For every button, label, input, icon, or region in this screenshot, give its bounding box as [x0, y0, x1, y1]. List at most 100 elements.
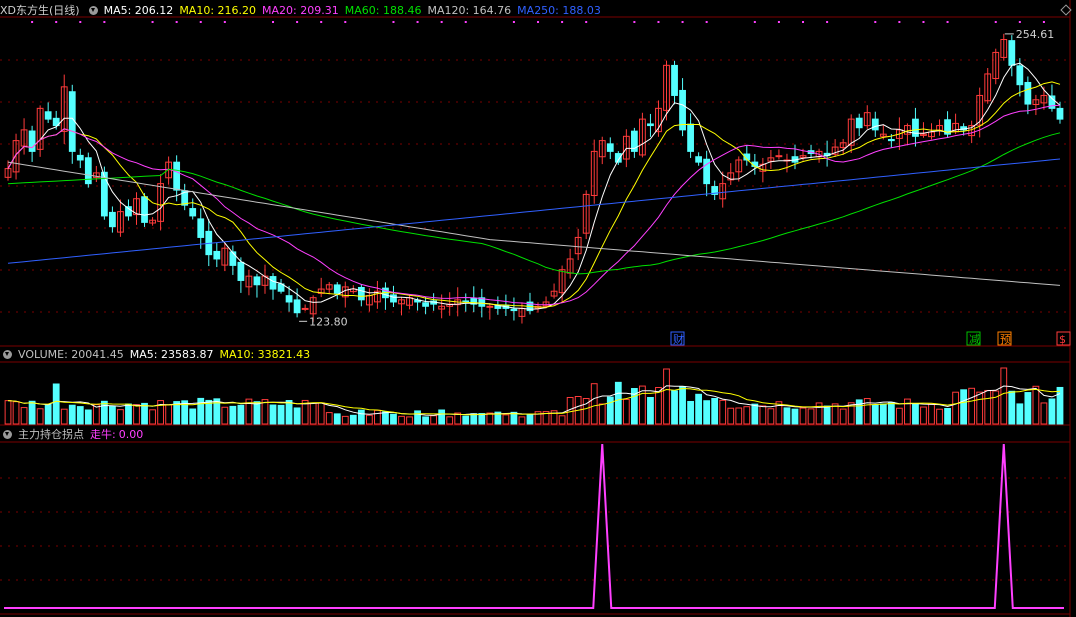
volume-bar — [767, 408, 775, 425]
volume-bar — [20, 407, 28, 425]
volume-bar — [703, 400, 711, 425]
high-label: 254.61 — [1016, 28, 1055, 41]
volume-bar — [895, 407, 903, 425]
volume-bar — [277, 404, 285, 425]
candle-body — [871, 118, 879, 131]
volume-bar — [952, 391, 959, 425]
volume-bar — [229, 405, 237, 425]
signal-dot — [103, 21, 106, 23]
volume-bar — [52, 383, 60, 425]
candle-body — [606, 143, 614, 152]
signal-dot — [175, 21, 178, 23]
signal-dot — [79, 21, 82, 23]
volume-bar — [390, 413, 397, 425]
volume-bar — [598, 403, 606, 425]
dropdown-icon[interactable] — [3, 430, 12, 439]
signal-dot — [344, 21, 347, 23]
volume-bar — [960, 389, 968, 425]
dropdown-icon[interactable] — [3, 350, 12, 359]
candle-body — [687, 123, 694, 152]
volume-bar — [671, 390, 678, 425]
volume-bar — [1032, 385, 1040, 425]
volume-bar — [12, 401, 20, 425]
volume-bar — [1008, 390, 1016, 425]
volume-bar — [823, 405, 831, 425]
candle-body — [486, 305, 494, 308]
volume-bar — [807, 408, 815, 425]
candle-body — [1056, 107, 1064, 120]
volume-bar — [309, 402, 317, 425]
candle-body — [1024, 81, 1032, 105]
candle-body — [189, 208, 197, 217]
volume-bar — [968, 387, 976, 425]
volume-bar — [141, 402, 148, 425]
ma120-line — [7, 161, 1061, 286]
volume-bar — [976, 391, 984, 425]
volume-bar — [285, 400, 293, 425]
candle-body — [293, 299, 301, 314]
volume-bar — [944, 408, 951, 425]
volume-bar — [446, 416, 454, 425]
signal-dot — [223, 21, 226, 23]
volume-bar — [687, 400, 694, 425]
volume-bar — [68, 404, 76, 425]
candle-body — [1008, 40, 1016, 66]
dropdown-icon[interactable] — [88, 6, 98, 15]
volume-bar — [349, 414, 357, 425]
signal-dot — [440, 21, 443, 23]
signal-dot — [464, 21, 467, 23]
signal-dot — [753, 21, 756, 23]
signal-dot — [946, 21, 949, 23]
volume-bar — [622, 398, 630, 425]
volume-bar — [647, 397, 654, 425]
candle-body — [333, 284, 341, 294]
volume-bar — [438, 409, 446, 425]
signal-dot — [561, 21, 564, 23]
stock-title: XD东方生(日线) — [0, 4, 80, 17]
volume-bar — [374, 409, 381, 425]
ma10-line — [7, 81, 1061, 308]
volume-bar — [719, 399, 727, 425]
volume-bar — [221, 406, 229, 425]
volume-bar — [751, 403, 759, 425]
volume-bar — [711, 397, 719, 425]
volume-bar — [871, 404, 879, 425]
signal-dot — [994, 21, 997, 23]
volume-bar — [382, 411, 389, 425]
signal-dot — [296, 21, 299, 23]
volume-bar — [117, 409, 124, 425]
volume-bar — [486, 412, 494, 425]
ma5-label: MA5: 206.12 — [103, 4, 174, 17]
volume-ma5-label: MA5: 23583.87 — [129, 348, 214, 361]
volume-bar — [1040, 402, 1048, 425]
candle-body — [679, 89, 686, 131]
volume-bar — [133, 404, 140, 425]
signal-dot — [705, 21, 708, 23]
volume-bar — [606, 396, 614, 425]
candle-body — [301, 307, 309, 310]
signal-dot — [585, 21, 588, 23]
signal-dot — [898, 21, 901, 23]
volume-bar — [663, 368, 670, 425]
volume-bar — [470, 413, 478, 425]
signal-dot — [657, 21, 660, 23]
signal-dot — [272, 21, 275, 23]
signal-dot — [151, 21, 154, 23]
signal-dot — [826, 21, 829, 23]
ma60-label: MA60: 188.46 — [344, 4, 422, 17]
volume-bar — [414, 410, 421, 425]
signal-dot — [922, 21, 925, 23]
volume-bar — [920, 406, 927, 425]
event-mark: $ — [1059, 333, 1066, 346]
ma120-label: MA120: 164.76 — [427, 4, 512, 17]
volume-bar — [398, 415, 405, 425]
volume-bar — [341, 415, 349, 425]
volume-bar — [462, 415, 470, 425]
candle-body — [357, 286, 365, 301]
candle-body — [141, 196, 148, 223]
signal-dot — [1042, 21, 1045, 23]
low-label: 123.80 — [309, 315, 348, 328]
signal-dot — [802, 21, 805, 23]
volume-bar — [1000, 367, 1008, 425]
volume-bar — [791, 408, 799, 425]
